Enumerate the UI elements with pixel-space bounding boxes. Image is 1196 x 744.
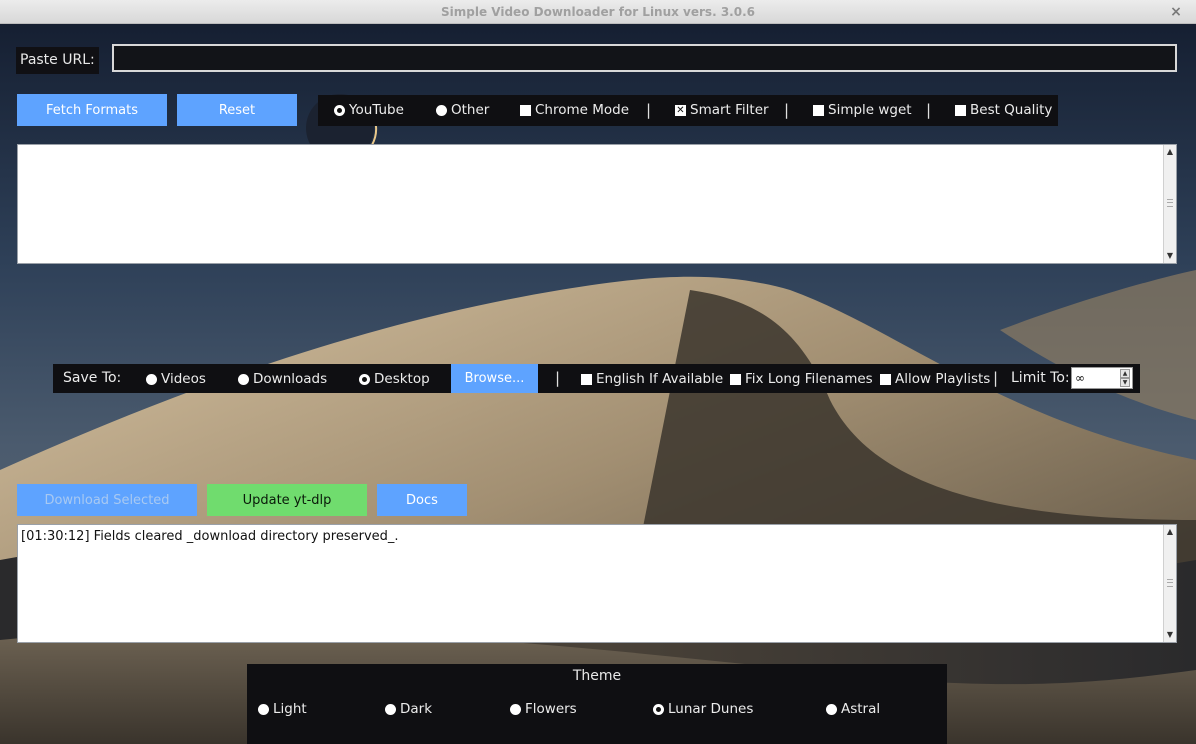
spin-up-icon[interactable]: ▲ bbox=[1120, 369, 1130, 378]
desktop-radio-indicator bbox=[359, 373, 370, 385]
separator: | bbox=[993, 369, 999, 387]
theme-astral-radio[interactable]: Astral bbox=[826, 701, 880, 717]
youtube-radio[interactable]: YouTube bbox=[334, 102, 404, 118]
other-radio[interactable]: Other bbox=[436, 102, 489, 118]
theme-panel: Theme Light Dark Flowers Lunar Dunes Ast… bbox=[247, 664, 947, 744]
allow-playlists-check-indicator bbox=[880, 373, 891, 385]
log-scrollbar[interactable]: ▲ ▼ bbox=[1163, 525, 1176, 642]
scroll-up-icon[interactable]: ▲ bbox=[1164, 146, 1176, 158]
light-radio-indicator bbox=[258, 703, 269, 715]
fix-long-filenames-checkbox[interactable]: Fix Long Filenames bbox=[730, 371, 873, 387]
best-quality-check-indicator bbox=[955, 104, 966, 116]
flowers-radio-indicator bbox=[510, 703, 521, 715]
spin-down-icon[interactable]: ▼ bbox=[1120, 378, 1130, 387]
update-yt-dlp-button[interactable]: Update yt-dlp bbox=[207, 484, 367, 516]
best-quality-checkbox[interactable]: Best Quality bbox=[955, 102, 1052, 118]
english-if-available-checkbox[interactable]: English If Available bbox=[581, 371, 723, 387]
astral-radio-indicator bbox=[826, 703, 837, 715]
theme-light-radio[interactable]: Light bbox=[258, 701, 307, 717]
log-line: [01:30:12] Fields cleared _download dire… bbox=[21, 529, 399, 544]
desktop-radio[interactable]: Desktop bbox=[359, 371, 430, 387]
close-window-button[interactable]: × bbox=[1166, 2, 1186, 22]
docs-button[interactable]: Docs bbox=[377, 484, 467, 516]
simple-wget-checkbox[interactable]: Simple wget bbox=[813, 102, 912, 118]
window-title: Simple Video Downloader for Linux vers. … bbox=[441, 5, 755, 19]
scroll-up-icon[interactable]: ▲ bbox=[1164, 526, 1176, 538]
url-input[interactable] bbox=[112, 44, 1177, 72]
videos-radio-indicator bbox=[146, 373, 157, 385]
download-selected-button[interactable]: Download Selected bbox=[17, 484, 197, 516]
limit-to-label: Limit To: bbox=[1011, 370, 1070, 386]
log-area[interactable]: [01:30:12] Fields cleared _download dire… bbox=[17, 524, 1177, 643]
save-options-bar: Save To: Videos Downloads Desktop Browse… bbox=[53, 364, 1140, 393]
allow-playlists-checkbox[interactable]: Allow Playlists bbox=[880, 371, 990, 387]
scroll-down-icon[interactable]: ▼ bbox=[1164, 629, 1176, 641]
english-check-indicator bbox=[581, 373, 592, 385]
fetch-formats-button[interactable]: Fetch Formats bbox=[17, 94, 167, 126]
theme-lunar-dunes-radio[interactable]: Lunar Dunes bbox=[653, 701, 753, 717]
limit-spinbox[interactable]: ▲ ▼ bbox=[1071, 367, 1133, 389]
smart-filter-checkbox[interactable]: ✕ Smart Filter bbox=[675, 102, 769, 118]
dark-radio-indicator bbox=[385, 703, 396, 715]
scroll-down-icon[interactable]: ▼ bbox=[1164, 250, 1176, 262]
separator: | bbox=[646, 101, 652, 119]
downloads-radio-indicator bbox=[238, 373, 249, 385]
youtube-radio-indicator bbox=[334, 104, 345, 116]
source-options-bar: YouTube Other Chrome Mode | ✕ Smart Filt… bbox=[318, 95, 1058, 126]
theme-title: Theme bbox=[572, 668, 622, 684]
browse-button[interactable]: Browse... bbox=[451, 364, 538, 393]
formats-scrollbar[interactable]: ▲ ▼ bbox=[1163, 145, 1176, 263]
separator: | bbox=[555, 369, 561, 387]
separator: | bbox=[784, 101, 790, 119]
other-radio-indicator bbox=[436, 104, 447, 116]
smart-filter-check-indicator: ✕ bbox=[675, 104, 686, 116]
title-bar: Simple Video Downloader for Linux vers. … bbox=[0, 0, 1196, 24]
simple-wget-check-indicator bbox=[813, 104, 824, 116]
downloads-radio[interactable]: Downloads bbox=[238, 371, 327, 387]
formats-list[interactable]: ▲ ▼ bbox=[17, 144, 1177, 264]
scroll-grip-icon[interactable] bbox=[1167, 199, 1173, 207]
fix-long-check-indicator bbox=[730, 373, 741, 385]
chrome-mode-checkbox[interactable]: Chrome Mode bbox=[520, 102, 629, 118]
separator: | bbox=[926, 101, 932, 119]
lunar-dunes-radio-indicator bbox=[653, 703, 664, 715]
paste-url-label: Paste URL: bbox=[16, 47, 99, 74]
reset-button[interactable]: Reset bbox=[177, 94, 297, 126]
chrome-mode-check-indicator bbox=[520, 104, 531, 116]
theme-dark-radio[interactable]: Dark bbox=[385, 701, 432, 717]
videos-radio[interactable]: Videos bbox=[146, 371, 206, 387]
theme-flowers-radio[interactable]: Flowers bbox=[510, 701, 577, 717]
scroll-grip-icon[interactable] bbox=[1167, 579, 1173, 587]
save-to-label: Save To: bbox=[63, 370, 122, 386]
